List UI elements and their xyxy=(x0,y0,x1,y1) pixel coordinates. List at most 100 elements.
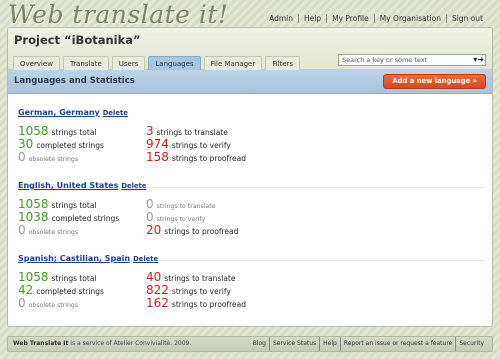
stat-label: strings to translate xyxy=(164,274,236,283)
stat-label: obsolete strings xyxy=(28,302,79,309)
stat-label: strings total xyxy=(51,201,97,210)
footer-link-service-status[interactable]: Service Status xyxy=(268,337,319,351)
language-entry: Spanish; Castilian, Spain Delete 1058 stri… xyxy=(18,254,484,324)
stat-number: 1058 xyxy=(18,124,49,138)
main-panel: Project “iBotanika” Overview Translate U… xyxy=(7,27,493,327)
footer-link-help[interactable]: Help xyxy=(319,337,340,351)
stat-label: strings to verify xyxy=(156,216,206,223)
stat-number: 30 xyxy=(18,137,34,151)
stat-label: strings to proofread xyxy=(171,154,247,163)
footer-link-security[interactable]: Security xyxy=(455,337,487,351)
stat-completed: 30 completed strings xyxy=(18,137,104,151)
stat-label: strings to proofread xyxy=(171,300,247,309)
stat-number: 0 xyxy=(18,150,26,164)
delete-language-link[interactable]: Delete xyxy=(133,255,158,263)
stat-number: 40 xyxy=(146,270,162,284)
stat-completed: 1038 completed strings xyxy=(18,210,119,224)
stat-obsolete: 0 obsolete strings xyxy=(18,223,78,237)
stat-label: strings total xyxy=(51,274,97,283)
stat-number: 20 xyxy=(146,223,162,237)
tab-overview[interactable]: Overview xyxy=(13,56,60,70)
stat-to-verify: 822 strings to verify xyxy=(146,283,231,297)
top-navigation: Admin Help My Profile My Organisation Si… xyxy=(264,14,488,23)
footer-year: . 2009. xyxy=(170,340,192,347)
stat-number: 0 xyxy=(18,223,26,237)
stat-label: completed strings xyxy=(36,141,104,150)
tab-translate[interactable]: Translate xyxy=(62,56,109,70)
stat-number: 3 xyxy=(146,124,154,138)
stat-label: obsolete strings xyxy=(28,229,79,236)
stat-number: 42 xyxy=(18,283,34,297)
go-arrow-icon[interactable]: ➜ xyxy=(477,55,484,64)
nav-sign-out[interactable]: Sign out xyxy=(445,14,488,23)
stat-to-translate: 40 strings to translate xyxy=(146,270,236,284)
language-name-link[interactable]: English, United States Delete xyxy=(18,181,146,190)
stat-to-verify: 974 strings to verify xyxy=(146,137,231,151)
language-name-link[interactable]: German, Germany Delete xyxy=(18,108,128,117)
section-title: Languages and Statistics xyxy=(14,76,135,86)
footer-credit: Web Translate It is a service of Atelier… xyxy=(13,337,191,351)
stat-to-proofread: 158 strings to proofread xyxy=(146,150,246,164)
delete-language-link[interactable]: Delete xyxy=(121,182,146,190)
footer-brand[interactable]: Web Translate It xyxy=(13,340,68,347)
language-name[interactable]: English, United States xyxy=(18,181,118,190)
project-title: Project “iBotanika” xyxy=(14,33,141,47)
stat-label: strings total xyxy=(51,128,97,137)
stat-label: completed strings xyxy=(36,287,104,296)
stat-number: 822 xyxy=(146,283,169,297)
footer: Web Translate It is a service of Atelier… xyxy=(7,336,493,352)
search-buttons: ▾➜ xyxy=(473,55,484,65)
delete-language-link[interactable]: Delete xyxy=(103,109,128,117)
footer-links: Blog Service Status Help Report an issue… xyxy=(250,337,487,351)
stat-completed: 42 completed strings xyxy=(18,283,104,297)
nav-admin[interactable]: Admin xyxy=(264,14,298,23)
stat-number: 974 xyxy=(146,137,169,151)
section-bar: Languages and Statistics Add a new langu… xyxy=(8,70,492,94)
stat-to-proofread: 20 strings to proofread xyxy=(146,223,238,237)
stat-label: strings to translate xyxy=(156,128,228,137)
tab-languages[interactable]: Languages xyxy=(148,56,201,70)
language-entry: English, United States Delete 1058 strings… xyxy=(18,181,484,261)
nav-help[interactable]: Help xyxy=(298,14,326,23)
stat-label: completed strings xyxy=(51,214,120,223)
stat-to-verify: 0 strings to verify xyxy=(146,210,205,224)
project-header: Project “iBotanika” Overview Translate U… xyxy=(8,28,492,70)
stat-number: 1058 xyxy=(18,197,49,211)
language-name[interactable]: German, Germany xyxy=(18,108,100,117)
stat-to-translate: 3 strings to translate xyxy=(146,124,228,138)
stat-label: strings to proofread xyxy=(164,227,239,236)
tab-filters[interactable]: Filters xyxy=(265,56,301,70)
stat-label: strings to verify xyxy=(171,141,231,150)
tab-file-manager[interactable]: File Manager xyxy=(203,56,263,70)
stat-total: 1058 strings total xyxy=(18,124,97,138)
footer-link-report-issue[interactable]: Report an issue or request a feature xyxy=(339,337,456,351)
app-logo[interactable]: Web translate it! xyxy=(8,0,229,29)
language-name[interactable]: Spanish; Castilian, Spain xyxy=(18,254,130,263)
footer-text: is a service of xyxy=(68,340,114,347)
nav-my-organisation[interactable]: My Organisation xyxy=(373,14,446,23)
stat-obsolete: 0 obsolete strings xyxy=(18,296,78,310)
search-input[interactable]: Search a key or some text xyxy=(338,54,486,66)
nav-my-profile[interactable]: My Profile xyxy=(326,14,374,23)
stat-number: 162 xyxy=(146,296,169,310)
stat-to-proofread: 162 strings to proofread xyxy=(146,296,246,310)
tab-users[interactable]: Users xyxy=(111,56,146,70)
stat-label: strings to verify xyxy=(171,287,231,296)
footer-company-link[interactable]: Atelier Convivialité xyxy=(114,340,171,347)
stat-number: 158 xyxy=(146,150,169,164)
language-entry: German, Germany Delete 1058 strings total … xyxy=(18,108,484,188)
stat-number: 0 xyxy=(146,197,154,211)
stat-label: obsolete strings xyxy=(28,156,79,163)
stat-label: strings to translate xyxy=(156,203,216,210)
stat-number: 1058 xyxy=(18,270,49,284)
footer-link-blog[interactable]: Blog xyxy=(250,337,269,351)
language-name-link[interactable]: Spanish; Castilian, Spain Delete xyxy=(18,254,158,263)
add-language-button[interactable]: Add a new language » xyxy=(383,74,486,89)
stat-number: 0 xyxy=(146,210,154,224)
tab-bar: Overview Translate Users Languages File … xyxy=(13,56,303,70)
stat-to-translate: 0 strings to translate xyxy=(146,197,215,211)
stat-total: 1058 strings total xyxy=(18,270,97,284)
stat-total: 1058 strings total xyxy=(18,197,97,211)
stat-number: 1038 xyxy=(18,210,49,224)
stat-obsolete: 0 obsolete strings xyxy=(18,150,78,164)
